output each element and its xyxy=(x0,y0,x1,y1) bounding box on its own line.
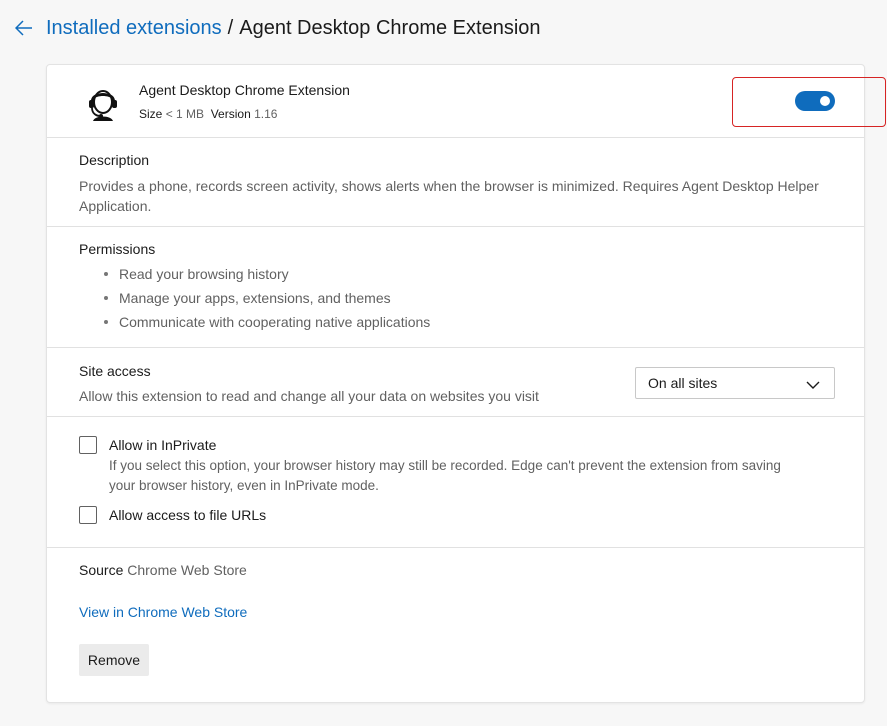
bullet-icon xyxy=(104,320,108,324)
breadcrumb-installed-extensions-link[interactable]: Installed extensions xyxy=(46,17,222,39)
toggle-knob xyxy=(820,96,830,106)
inprivate-help-line2: your browser history, even in InPrivate … xyxy=(109,478,379,493)
permissions-list: Read your browsing history Manage your a… xyxy=(79,262,430,334)
source-line: Source Chrome Web Store xyxy=(79,562,247,578)
list-item: Communicate with cooperating native appl… xyxy=(79,310,430,334)
breadcrumb-separator: / xyxy=(227,16,234,39)
header: Installed extensions / Agent Desktop Chrom… xyxy=(14,14,541,42)
version-value: 1.16 xyxy=(254,107,278,121)
source-section: Source Chrome Web Store View in Chrome W… xyxy=(47,548,864,703)
extension-name: Agent Desktop Chrome Extension xyxy=(139,82,350,98)
inprivate-help-line1: If you select this option, your browser … xyxy=(109,458,781,473)
site-access-text: Allow this extension to read and change … xyxy=(79,388,539,404)
view-in-store-link[interactable]: View in Chrome Web Store xyxy=(79,604,247,620)
source-value: Chrome Web Store xyxy=(127,562,247,578)
site-access-section: Site access Allow this extension to read… xyxy=(47,348,864,417)
options-section: Allow in InPrivate If you select this op… xyxy=(47,417,864,548)
allow-inprivate-label: Allow in InPrivate xyxy=(109,437,217,453)
description-section: Description Provides a phone, records sc… xyxy=(47,138,864,227)
site-access-selected: On all sites xyxy=(648,375,718,391)
extension-meta: Size < 1 MB Version 1.16 xyxy=(139,107,277,121)
version-label: Version xyxy=(210,107,251,121)
description-title: Description xyxy=(79,152,150,168)
allow-file-urls-checkbox[interactable] xyxy=(79,506,97,524)
list-item: Read your browsing history xyxy=(79,262,430,286)
chevron-down-icon xyxy=(806,377,820,395)
permissions-section: Permissions Read your browsing history M… xyxy=(47,227,864,348)
back-arrow-icon[interactable] xyxy=(14,18,34,38)
source-label: Source xyxy=(79,562,124,578)
remove-button[interactable]: Remove xyxy=(79,644,149,676)
bullet-icon xyxy=(104,272,108,276)
site-access-dropdown[interactable]: On all sites xyxy=(635,367,835,399)
enable-extension-toggle[interactable] xyxy=(795,91,835,111)
extension-title-row: Agent Desktop Chrome Extension Size < 1 … xyxy=(47,65,886,138)
permissions-title: Permissions xyxy=(79,241,156,257)
list-item: Manage your apps, extensions, and themes xyxy=(79,286,430,310)
size-value: < 1 MB xyxy=(165,107,205,121)
size-label: Size xyxy=(139,107,163,121)
allow-file-urls-label: Allow access to file URLs xyxy=(109,507,267,523)
breadcrumb: Installed extensions / Agent Desktop Chrom… xyxy=(46,17,541,40)
headset-user-icon xyxy=(83,81,123,121)
allow-inprivate-checkbox[interactable] xyxy=(79,436,97,454)
bullet-icon xyxy=(104,296,108,300)
extension-details-card: Agent Desktop Chrome Extension Size < 1 … xyxy=(46,64,886,703)
site-access-title: Site access xyxy=(79,363,151,379)
description-text-line1: Provides a phone, records screen activit… xyxy=(79,178,819,194)
page-title: Agent Desktop Chrome Extension xyxy=(239,16,541,39)
description-text-line2: Application. xyxy=(79,198,152,214)
